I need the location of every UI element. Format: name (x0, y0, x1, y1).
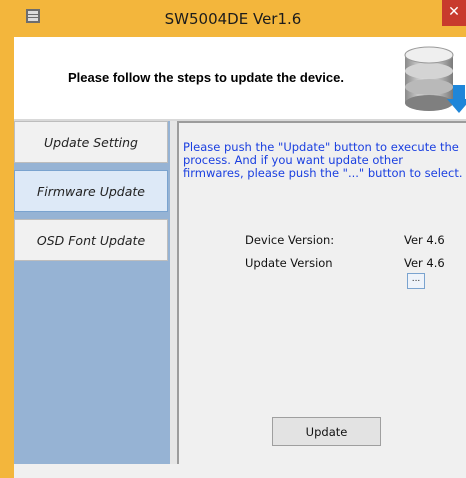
database-download-icon (404, 46, 466, 113)
window-frame: SW5004DE Ver1.6 ✕ Please follow the step… (0, 0, 466, 478)
sidebar: Update Setting Firmware Update OSD Font … (14, 121, 170, 464)
sidebar-item-label: Update Setting (43, 134, 138, 150)
update-version-value: Ver 4.6 (404, 256, 445, 270)
firmware-update-panel: Please push the "Update" button to execu… (177, 121, 466, 464)
title-bar[interactable]: SW5004DE Ver1.6 ✕ (0, 0, 466, 37)
close-icon: ✕ (448, 4, 460, 20)
sidebar-item-update-setting[interactable]: Update Setting (14, 121, 168, 163)
status-strip (14, 464, 466, 478)
window-title: SW5004DE Ver1.6 (164, 10, 302, 28)
update-button-label: Update (305, 424, 348, 439)
sidebar-item-label: Firmware Update (37, 183, 145, 199)
device-version-value: Ver 4.6 (404, 233, 445, 247)
instructions-text: Please push the "Update" button to execu… (183, 140, 463, 180)
device-version-label: Device Version: (245, 233, 335, 247)
header-instruction: Please follow the steps to update the de… (68, 70, 344, 85)
header-panel: Please follow the steps to update the de… (14, 37, 466, 119)
update-button[interactable]: Update (272, 417, 381, 446)
update-version-label: Update Version (245, 256, 333, 270)
close-button[interactable]: ✕ (442, 0, 466, 26)
sidebar-item-label: OSD Font Update (36, 232, 146, 248)
browse-button[interactable]: ... (407, 273, 425, 289)
sidebar-item-osd-font-update[interactable]: OSD Font Update (14, 219, 168, 261)
sidebar-item-firmware-update[interactable]: Firmware Update (14, 170, 168, 212)
